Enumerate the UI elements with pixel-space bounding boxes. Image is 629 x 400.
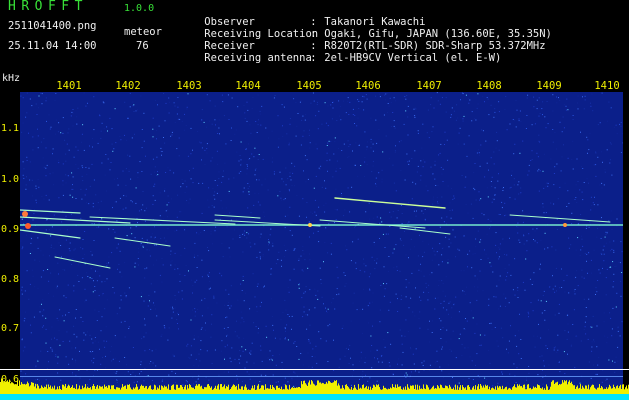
signal-burst <box>563 223 567 227</box>
meteor-count-value: 76 <box>136 40 149 52</box>
x-tick: 1407 <box>416 80 442 92</box>
signal-burst <box>25 223 31 229</box>
x-tick: 1406 <box>355 80 381 92</box>
meteor-trace <box>399 227 451 235</box>
meteor-trace <box>89 216 236 225</box>
reference-line <box>0 369 629 370</box>
meteor-trace <box>319 219 426 229</box>
meteor-count-label: meteor <box>124 26 162 38</box>
x-tick: 1408 <box>476 80 502 92</box>
x-tick: 1405 <box>296 80 322 92</box>
y-axis-ticks: 1.1 1.0 0.9 0.8 0.7 0.6 <box>0 0 20 400</box>
meteor-trace <box>20 229 81 239</box>
y-tick: 1.1 <box>1 123 20 134</box>
x-tick: 1410 <box>594 80 620 92</box>
meteor-trace <box>509 214 611 223</box>
noise-layer <box>20 92 623 392</box>
signal-level-bar <box>0 378 629 400</box>
info-row-antenna: Receiving antenna: 2el-HB9CV Vertical (el… <box>204 52 502 64</box>
spectrogram-plot <box>20 92 623 392</box>
x-tick: 1404 <box>235 80 261 92</box>
header: HROFFT 1.0.0 2511041400.png 25.11.04 14:… <box>0 0 629 64</box>
meteor-trace <box>114 237 171 247</box>
file-name: 2511041400.png <box>8 20 97 32</box>
meteor-trace <box>20 209 81 214</box>
x-tick: 1401 <box>56 80 82 92</box>
meteor-trace <box>214 214 261 219</box>
y-tick: 1.0 <box>1 174 20 185</box>
info-value: 2el-HB9CV Vertical (el. E-W) <box>324 52 502 64</box>
timestamp: 25.11.04 14:00 <box>8 40 97 52</box>
signal-burst <box>22 211 28 217</box>
x-tick: 1409 <box>536 80 562 92</box>
x-tick: 1402 <box>115 80 141 92</box>
level-bars-yellow <box>0 378 629 394</box>
signal-burst <box>308 223 312 227</box>
y-tick: 0.9 <box>1 224 20 235</box>
y-tick: 0.8 <box>1 274 20 285</box>
level-bars-cyan <box>0 394 629 400</box>
app-version: 1.0.0 <box>124 3 155 14</box>
meteor-trace <box>334 197 446 209</box>
y-tick: 0.7 <box>1 323 20 334</box>
x-tick: 1403 <box>176 80 202 92</box>
spectrogram-canvas <box>20 92 623 392</box>
info-label: Receiving antenna <box>204 52 312 64</box>
signal-layer <box>20 197 623 269</box>
reference-line <box>20 376 623 377</box>
x-axis-ticks: 1401 1402 1403 1404 1405 1406 1407 1408 … <box>0 80 629 92</box>
